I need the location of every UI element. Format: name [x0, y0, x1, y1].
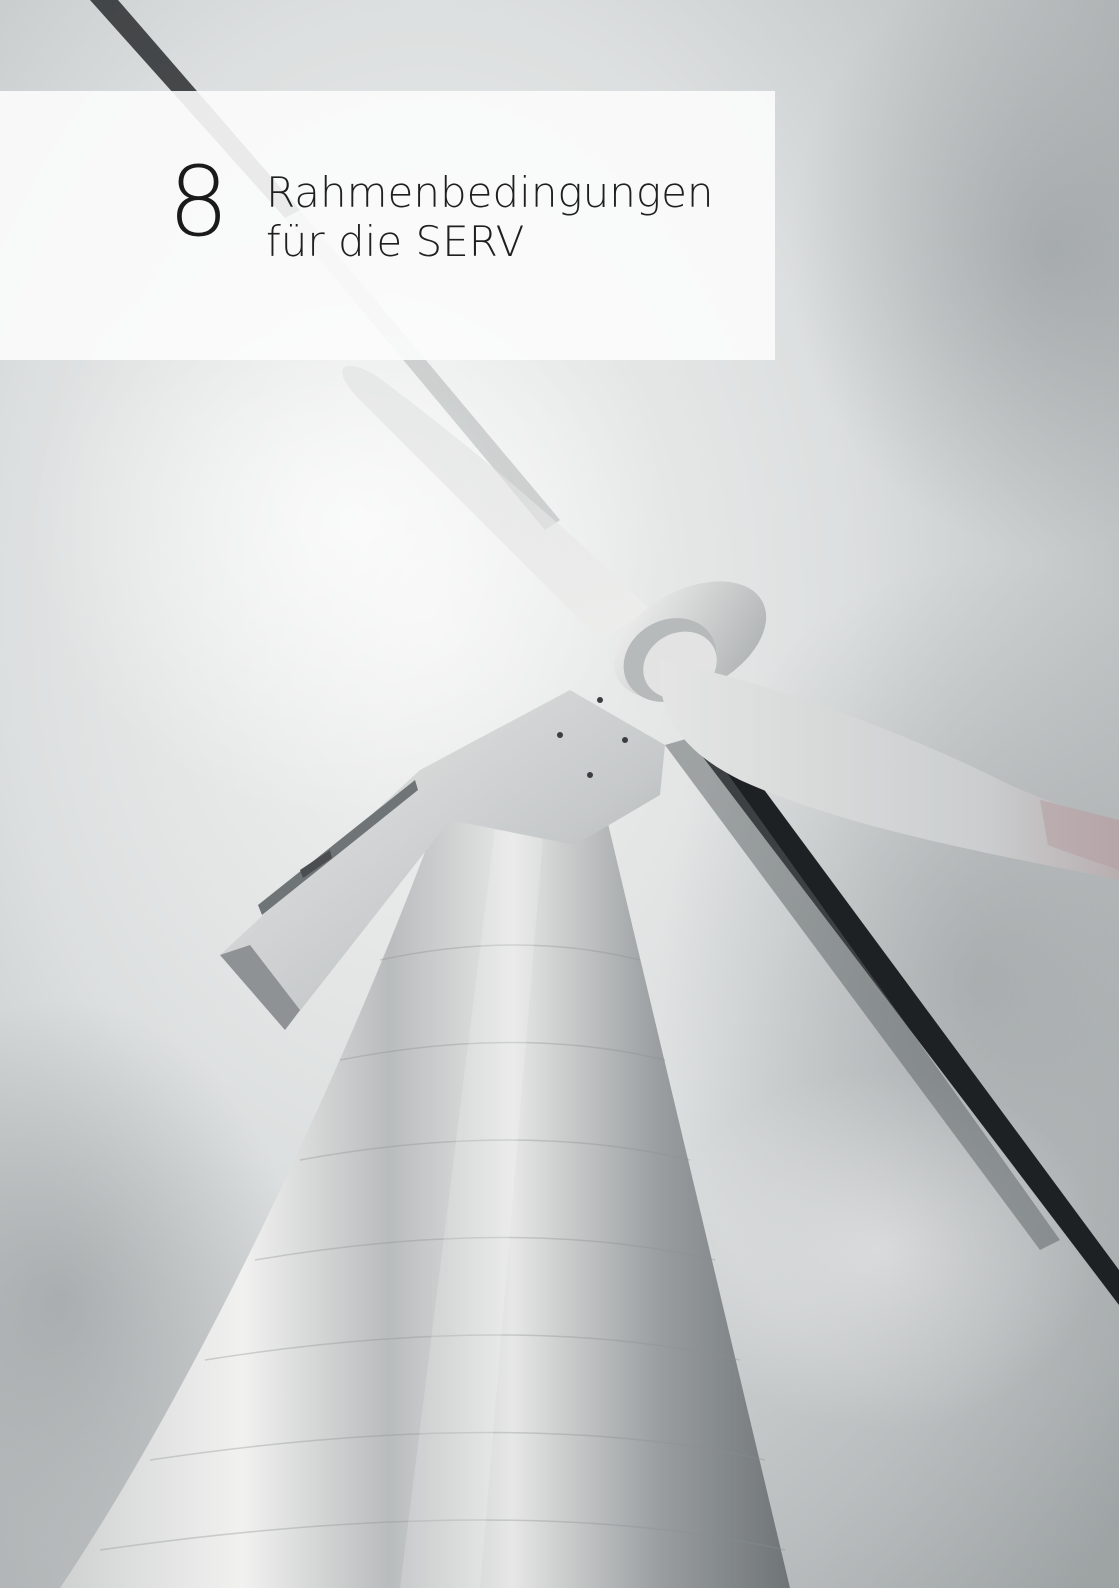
- chapter-title-line-2: für die SERV: [266, 217, 525, 266]
- chapter-number: 8: [168, 146, 229, 258]
- chapter-cover-page: 8 Rahmenbedingungen für die SERV: [0, 0, 1119, 1588]
- chapter-title-line-1: Rahmenbedingungen: [266, 168, 714, 217]
- chapter-title: Rahmenbedingungen für die SERV: [266, 168, 714, 266]
